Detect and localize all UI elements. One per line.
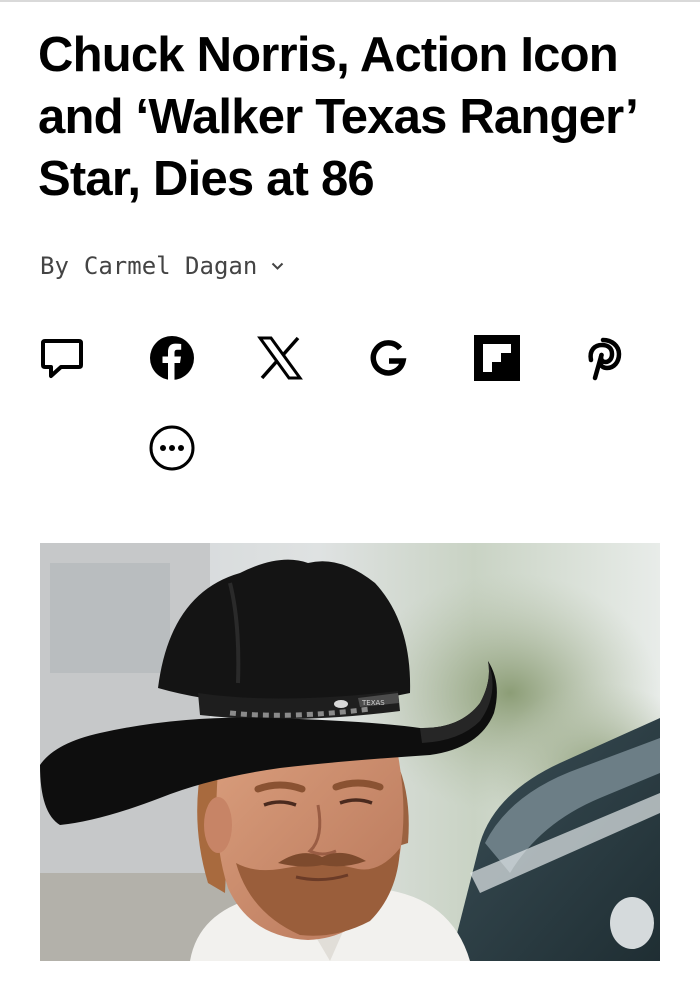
hero-photo: TEXAS <box>40 543 660 961</box>
more-icon[interactable] <box>148 424 196 472</box>
x-icon[interactable] <box>256 334 304 382</box>
article-headline: Chuck Norris, Action Icon and ‘Walker Te… <box>38 28 636 206</box>
google-icon[interactable] <box>364 334 412 382</box>
pinterest-icon[interactable] <box>580 334 628 382</box>
chevron-down-icon[interactable] <box>271 262 284 271</box>
top-divider <box>0 0 700 2</box>
comment-icon[interactable] <box>38 334 86 382</box>
facebook-icon[interactable] <box>148 334 196 382</box>
flipboard-icon[interactable] <box>473 334 521 382</box>
author-name[interactable]: Carmel Dagan <box>84 252 257 280</box>
byline-prefix: By <box>40 252 69 280</box>
byline[interactable]: By Carmel Dagan <box>40 250 284 282</box>
hat-band-text: TEXAS <box>361 699 385 707</box>
